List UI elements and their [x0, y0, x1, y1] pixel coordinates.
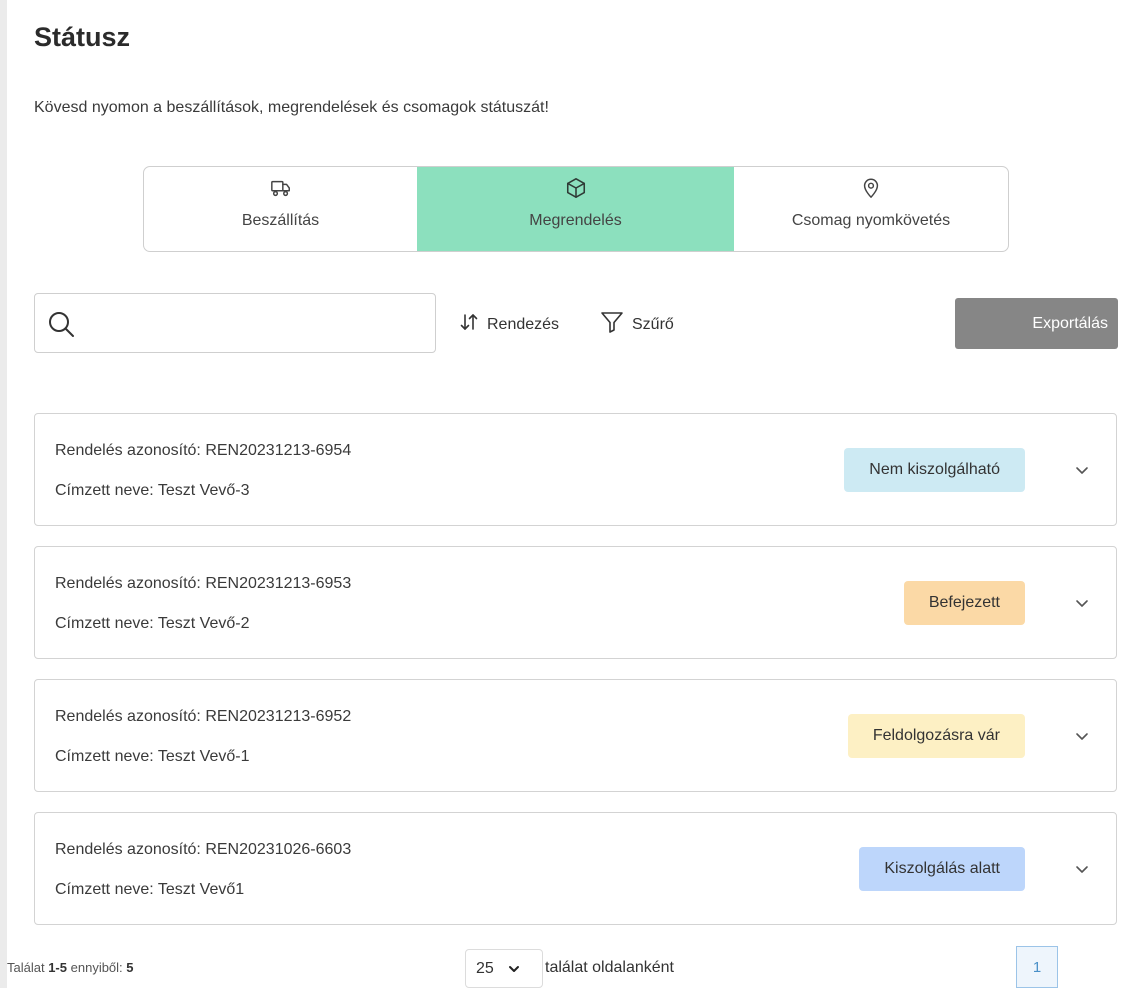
filter-label: Szűrő [632, 315, 674, 333]
result-count: Találat 1-5 ennyiből: 5 [7, 960, 134, 975]
page-size-value: 25 [476, 959, 494, 977]
order-id: Rendelés azonosító: REN20231213-6954 [55, 442, 352, 459]
recipient-name: Címzett neve: Teszt Vevő-2 [55, 615, 250, 632]
tab-beszallitas[interactable]: Beszállítás [144, 167, 417, 251]
page-subtitle: Kövesd nyomon a beszállítások, megrendel… [34, 99, 549, 116]
order-card[interactable]: Rendelés azonosító: REN20231026-6603 Cím… [34, 812, 1117, 925]
page-size-select[interactable]: 25 [465, 949, 543, 988]
filter-button[interactable]: Szűrő [600, 310, 674, 339]
result-range: 1-5 [48, 960, 67, 975]
status-badge: Kiszolgálás alatt [859, 847, 1025, 891]
order-id: Rendelés azonosító: REN20231213-6952 [55, 708, 352, 725]
sort-button[interactable]: Rendezés [459, 312, 559, 337]
tab-label: Megrendelés [529, 212, 622, 229]
search-input[interactable] [85, 306, 425, 340]
tab-label: Csomag nyomkövetés [791, 212, 951, 229]
status-badge: Befejezett [903, 581, 1025, 625]
page-button-current[interactable]: 1 [1016, 946, 1058, 988]
truck-icon [270, 177, 292, 199]
chevron-down-icon[interactable] [1074, 728, 1090, 744]
box-icon [565, 177, 587, 199]
left-border [0, 0, 7, 988]
status-tabs: Beszállítás Megrendelés Csomag nyomkövet… [143, 166, 1009, 252]
recipient-name: Címzett neve: Teszt Vevő-1 [55, 748, 250, 765]
filter-icon [600, 310, 632, 339]
status-badge: Feldolgozásra vár [847, 714, 1025, 758]
chevron-down-icon[interactable] [1074, 462, 1090, 478]
search-icon [47, 310, 75, 338]
recipient-name: Címzett neve: Teszt Vevő-3 [55, 482, 250, 499]
tab-label: Beszállítás [241, 212, 320, 229]
result-total: 5 [126, 960, 134, 975]
chevron-down-icon[interactable] [1074, 861, 1090, 877]
export-button[interactable]: Exportálás [955, 298, 1118, 349]
tab-megrendeles[interactable]: Megrendelés [417, 167, 734, 251]
map-pin-icon [860, 177, 882, 199]
search-box [34, 293, 436, 353]
result-mid: ennyiből: [70, 960, 123, 975]
order-id: Rendelés azonosító: REN20231026-6603 [55, 841, 352, 858]
order-id: Rendelés azonosító: REN20231213-6953 [55, 575, 352, 592]
order-card[interactable]: Rendelés azonosító: REN20231213-6953 Cím… [34, 546, 1117, 659]
page-title: Státusz [34, 22, 131, 52]
order-card[interactable]: Rendelés azonosító: REN20231213-6952 Cím… [34, 679, 1117, 792]
recipient-name: Címzett neve: Teszt Vevő1 [55, 881, 245, 898]
result-prefix: Találat [7, 960, 45, 975]
sort-label: Rendezés [487, 315, 560, 333]
chevron-down-icon[interactable] [1074, 595, 1090, 611]
status-badge: Nem kiszolgálható [844, 448, 1025, 492]
page-size-label: találat oldalanként [545, 959, 674, 976]
chevron-down-icon [508, 965, 519, 972]
order-card[interactable]: Rendelés azonosító: REN20231213-6954 Cím… [34, 413, 1117, 526]
tab-csomag-nyomkovetes[interactable]: Csomag nyomkövetés [734, 167, 1008, 251]
sort-icon [459, 312, 487, 337]
